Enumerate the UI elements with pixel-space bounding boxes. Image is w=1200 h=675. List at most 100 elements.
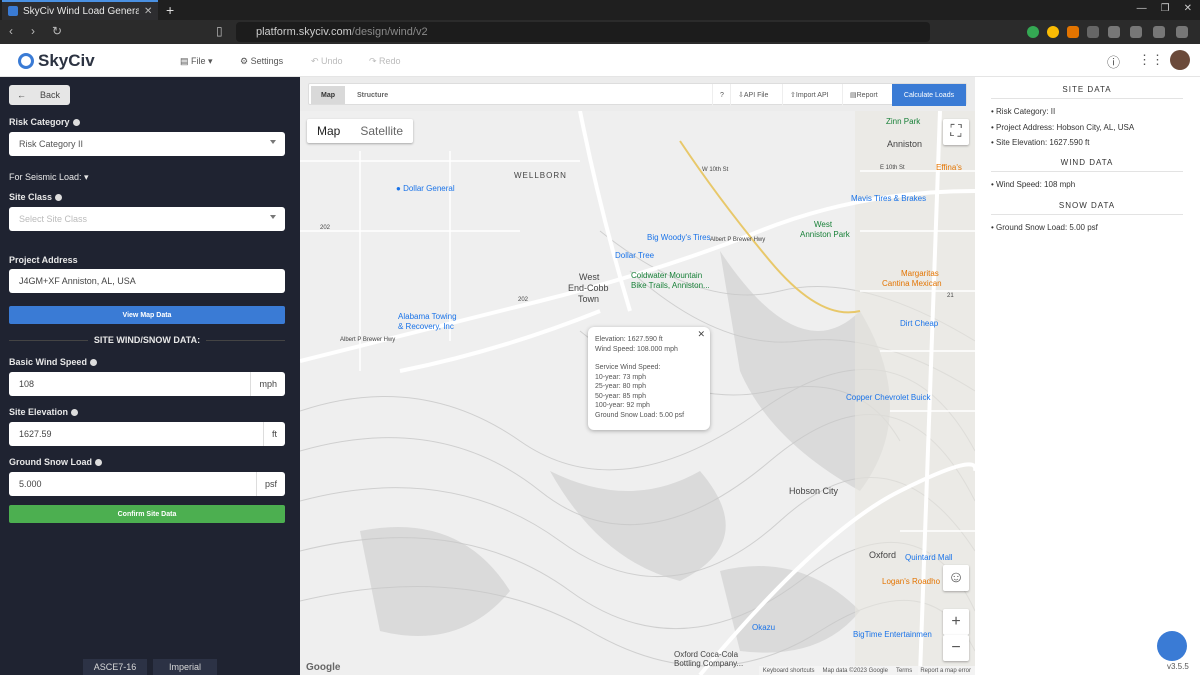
calculate-loads-button[interactable]: Calculate Loads [892,84,966,106]
extension-icon[interactable] [1047,26,1059,38]
poi-dollar-tree[interactable]: Dollar Tree [615,251,654,260]
undo-button[interactable]: ↶ Undo [311,56,343,67]
info-icon[interactable] [89,359,97,367]
skyciv-logo[interactable]: SkyCiv [18,51,95,71]
download-icon[interactable] [1108,26,1120,38]
info-icon[interactable] [95,459,102,467]
extension-icon[interactable] [1027,26,1039,38]
redo-label: Redo [379,56,401,66]
popup-snow-load: Ground Snow Load: 5.00 psf [595,411,685,419]
wind-speed-input[interactable]: 108 mph [9,372,285,396]
poi-dollar-general[interactable]: ● Dollar General [396,184,455,193]
minimize-icon[interactable]: — [1137,3,1147,14]
poi-effinas[interactable]: Effina's [936,163,962,172]
project-address-input[interactable]: J4GM+XF Anniston, AL, USA [9,269,285,293]
poi-west-anniston-2[interactable]: Anniston Park [800,230,850,239]
google-logo[interactable]: Google [306,662,340,673]
view-map-data-button[interactable]: View Map Data [9,306,285,324]
poi-mavis[interactable]: Mavis Tires & Brakes [851,194,926,203]
seismic-label: For Seismic Load: [9,172,82,182]
popup-100-year: 100-year: 92 mph [595,402,650,409]
app-header: SkyCiv ▤ File ▾ ⚙ Settings ↶ Undo ↷ Redo… [0,44,1200,77]
file-menu[interactable]: ▤ File ▾ [180,56,213,67]
street-view-pegman-icon[interactable]: ☺ [943,565,969,591]
poi-oxford-coke-2[interactable]: Bottling Company... [674,659,743,668]
api-file-button[interactable]: ⇩ API File [730,84,775,106]
poi-label: Alabama Towing [398,312,457,321]
poi-big-woodys[interactable]: Big Woody's Tires [647,233,711,242]
sidebar-toggle-icon[interactable] [1130,26,1142,38]
close-popup-icon[interactable]: ✕ [697,329,705,340]
report-button[interactable]: ▤ Report [842,84,885,106]
design-code-tag[interactable]: ASCE7-16 [83,659,147,675]
confirm-site-data-button[interactable]: Confirm Site Data [9,505,285,523]
new-tab-icon[interactable]: + [166,2,174,18]
chevron-down-icon [270,215,276,219]
url-bar[interactable]: platform.skyciv.com/design/wind/v2 [236,22,930,42]
zoom-in-button[interactable]: + [943,609,969,635]
url-path: /design/wind/v2 [351,26,428,38]
back-button[interactable]: ← Back [9,85,70,105]
apps-grid-icon[interactable]: ⋮⋮ [1138,52,1164,68]
report-map-error-link[interactable]: Report a map error [920,668,971,674]
redo-button[interactable]: ↷ Redo [369,56,401,67]
poi-margaritas[interactable]: Margaritas [901,269,939,278]
forward-nav-icon[interactable]: › [31,24,35,38]
fullscreen-icon[interactable]: ⛶ [943,119,969,145]
help-button[interactable]: ? [712,84,731,106]
poi-alabama-towing-2[interactable]: & Recovery, Inc [398,322,454,331]
browser-tab[interactable]: SkyCiv Wind Load Genera ✕ [2,0,158,20]
map-label-west-end-2: End-Cobb [568,283,609,293]
browser-menu-icon[interactable] [1176,26,1188,38]
avatar[interactable] [1170,50,1190,70]
poi-oxford-coke[interactable]: Oxford Coca-Cola [674,650,738,659]
poi-copper-chevrolet[interactable]: Copper Chevrolet Buick [846,393,930,402]
snow-load-input[interactable]: 5.000 psf [9,472,285,496]
help-icon[interactable]: ⓘ [1107,52,1120,71]
site-wind-snow-heading: SITE WIND/SNOW DATA: [9,335,285,345]
keyboard-shortcuts-link[interactable]: Keyboard shortcuts [763,668,815,674]
poi-bigtime[interactable]: BigTime Entertainmen [853,630,932,639]
map-data-text: Map data ©2023 Google [822,667,888,674]
seismic-toggle[interactable]: For Seismic Load: ▾ [9,172,89,183]
close-window-icon[interactable]: ✕ [1184,3,1192,14]
close-tab-icon[interactable]: ✕ [144,6,152,17]
bookmark-icon[interactable]: ▯ [216,24,223,38]
settings-menu[interactable]: ⚙ Settings [240,56,283,67]
poi-margaritas-2[interactable]: Cantina Mexican [882,279,942,288]
info-icon[interactable] [71,409,79,417]
poi-coldwater[interactable]: Coldwater Mountain [631,271,702,280]
tab-structure[interactable]: Structure [347,86,398,104]
extension-icon[interactable] [1087,26,1099,38]
back-nav-icon[interactable]: ‹ [9,24,13,38]
maximize-icon[interactable]: ❐ [1161,3,1170,14]
zoom-out-button[interactable]: − [943,635,969,661]
poi-coldwater-2[interactable]: Bike Trails, Anniston... [631,281,710,290]
reload-icon[interactable]: ↻ [52,24,62,38]
extension-icon[interactable] [1067,26,1079,38]
poi-west-anniston[interactable]: West [814,220,832,229]
terms-link[interactable]: Terms [896,668,912,674]
info-icon[interactable] [72,119,80,127]
poi-okazu[interactable]: Okazu [752,623,775,632]
elevation-unit: ft [262,422,285,446]
section-title: SITE WIND/SNOW DATA: [93,335,201,345]
wallet-icon[interactable] [1153,26,1165,38]
wind-speed-label: Basic Wind Speed [9,357,97,367]
poi-dirt-cheap[interactable]: Dirt Cheap [900,319,938,328]
site-class-select[interactable]: Select Site Class [9,207,285,231]
import-api-button[interactable]: ⇧ Import API [782,84,836,106]
map-type-satellite[interactable]: Satellite [350,119,413,143]
poi-label: Margaritas [901,269,939,278]
risk-category-select[interactable]: Risk Category II [9,132,285,156]
chat-support-button[interactable] [1157,631,1187,661]
map-type-map[interactable]: Map [307,119,350,143]
elevation-input[interactable]: 1627.59 ft [9,422,285,446]
tab-map[interactable]: Map [311,86,345,104]
poi-quintard-mall[interactable]: Quintard Mall [905,553,953,562]
wind-speed-value: 108 [19,379,35,389]
unit-system-tag[interactable]: Imperial [153,659,217,675]
poi-alabama-towing[interactable]: Alabama Towing [398,312,457,321]
info-icon[interactable] [55,194,63,202]
poi-logans[interactable]: Logan's Roadho [882,577,940,586]
